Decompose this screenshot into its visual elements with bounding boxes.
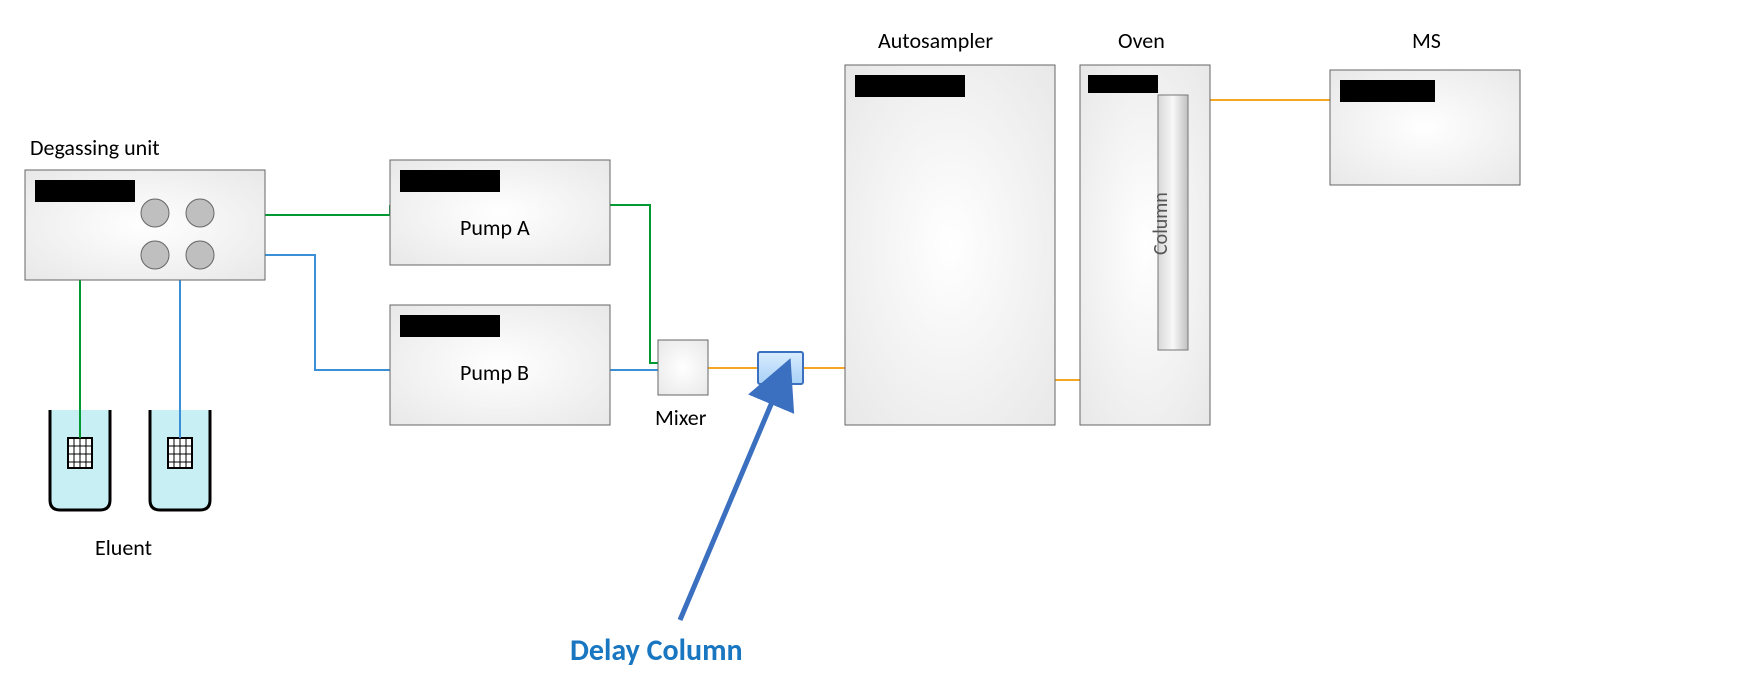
eluent-beaker-a bbox=[50, 410, 110, 510]
pump-b: Pump B bbox=[390, 305, 610, 425]
mixer-label: Mixer bbox=[655, 404, 707, 431]
column-label: Column bbox=[1149, 192, 1173, 255]
pump-a: Pump A bbox=[390, 160, 610, 265]
ms-label: MS bbox=[1412, 27, 1441, 54]
degassing-label: Degassing unit bbox=[30, 134, 160, 161]
autosampler-label: Autosampler bbox=[878, 27, 993, 54]
ms-detector bbox=[1330, 70, 1520, 185]
eluent-beaker-b bbox=[150, 410, 210, 510]
mixer: Mixer bbox=[655, 340, 708, 431]
autosampler bbox=[845, 65, 1055, 425]
delay-column bbox=[758, 352, 803, 384]
oven: Column bbox=[1080, 65, 1210, 425]
degassing-unit bbox=[25, 170, 265, 280]
hplc-diagram: Degassing unit Eluent Pump A Pump B Mixe… bbox=[0, 0, 1740, 693]
pump-a-label: Pump A bbox=[460, 214, 530, 241]
eluent-label: Eluent bbox=[95, 534, 152, 561]
oven-label: Oven bbox=[1118, 27, 1165, 54]
pump-b-label: Pump B bbox=[460, 359, 529, 386]
delay-column-label: Delay Column bbox=[570, 632, 743, 669]
